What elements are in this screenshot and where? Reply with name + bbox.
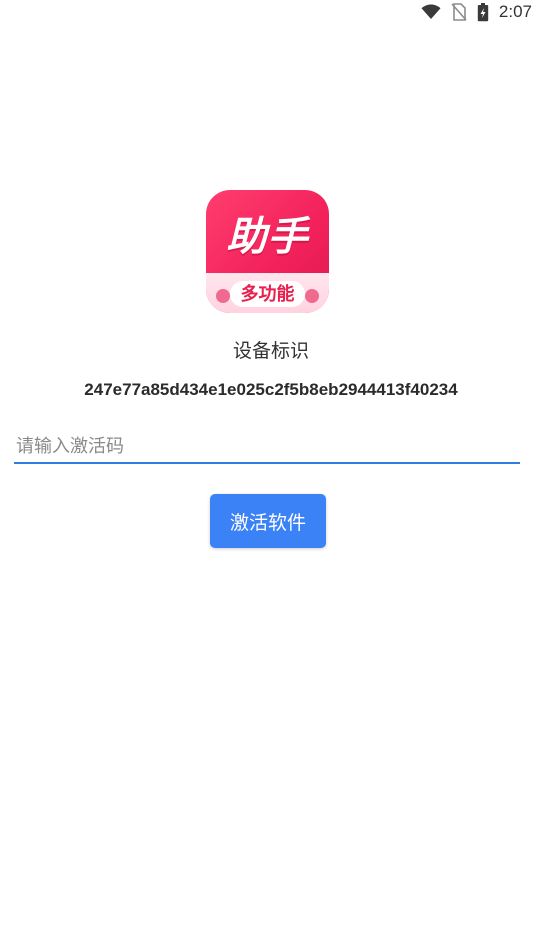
activate-software-button[interactable]: 激活软件	[210, 494, 326, 548]
device-id-label: 设备标识	[232, 340, 309, 362]
wifi-icon	[421, 4, 441, 20]
app-logo-title: 助手	[226, 214, 309, 260]
app-logo: 助手 多功能	[206, 190, 329, 313]
device-id-value: 247e77a85d434e1e025c2f5b8eb2944413f40234	[84, 380, 458, 399]
status-time: 2:07	[498, 2, 532, 21]
battery-charging-icon	[477, 2, 489, 22]
activation-screen: 2:07 助手 多功能 设备标识 247e77a85d434e1e025c2f5…	[0, 0, 542, 941]
app-logo-subtitle: 多功能	[240, 284, 295, 305]
activation-code-input[interactable]	[14, 430, 520, 464]
status-bar: 2:07	[421, 0, 542, 24]
no-sim-icon	[451, 3, 467, 21]
